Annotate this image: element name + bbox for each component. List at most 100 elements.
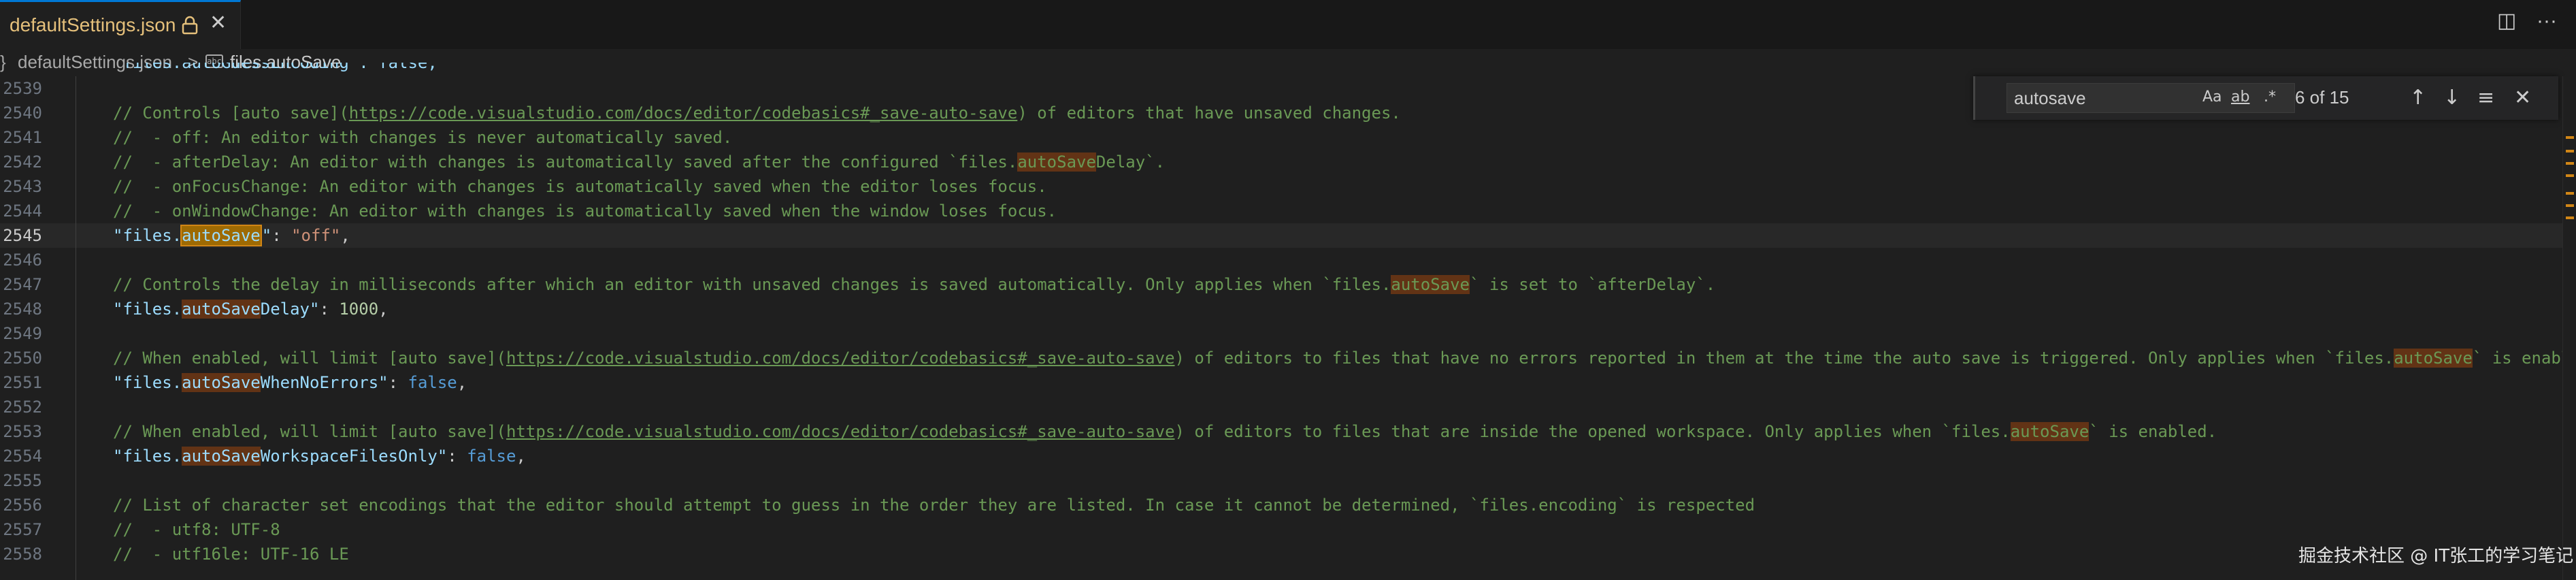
code-editor[interactable]: "files.autoGuessEncoding": false, 2539 25…	[0, 63, 2576, 580]
code-token: // - onFocusChange: An editor with chang…	[113, 177, 1047, 196]
code-token: Delay`.	[1095, 152, 1166, 172]
code-token: https://code.visualstudio.com/docs/edito…	[348, 103, 1018, 123]
lock-icon	[182, 16, 198, 35]
match-marker	[2566, 204, 2574, 207]
tab-label: defaultSettings.json	[10, 14, 176, 35]
match-marker	[2566, 216, 2574, 219]
next-match-icon[interactable]: ↓	[2443, 84, 2460, 112]
code-token: "off"	[291, 226, 341, 245]
line-code: // When enabled, will limit [auto save](…	[113, 419, 2217, 444]
code-line[interactable]: 2550 // When enabled, will limit [auto sa…	[0, 346, 2576, 370]
tab-bar: defaultSettings.json ✕ ◫ ···	[0, 0, 2576, 50]
line-code: // - onWindowChange: An editor with chan…	[113, 199, 1057, 223]
search-match: autoSave	[2394, 349, 2473, 368]
match-case-icon[interactable]: Aa	[2202, 87, 2222, 108]
search-match: autoSave	[1391, 275, 1470, 294]
line-code: "files.autoSaveDelay": 1000,	[113, 297, 389, 321]
code-line[interactable]: 2543 // - onFocusChange: An editor with c…	[0, 174, 2576, 199]
search-match: autoSave	[182, 373, 261, 392]
code-token: ` is enabled.	[2472, 349, 2576, 368]
code-token: false	[408, 373, 457, 392]
line-number: 2539	[3, 79, 42, 98]
close-find-icon[interactable]: ✕	[2514, 84, 2531, 112]
code-token: ` is enabled.	[2089, 422, 2217, 441]
line-code: "files.autoSaveWhenNoErrors": false,	[113, 370, 467, 395]
split-editor-icon[interactable]: ◫	[2497, 11, 2516, 31]
code-token: Delay"	[260, 300, 320, 319]
more-actions-icon[interactable]: ···	[2537, 11, 2557, 31]
regex-icon[interactable]: .*	[2264, 87, 2276, 108]
line-code: // - utf8: UTF-8	[113, 517, 280, 542]
code-token: ,	[457, 373, 467, 392]
code-line[interactable]: 2544 // - onWindowChange: An editor with …	[0, 199, 2576, 223]
code-line[interactable]: 2547 // Controls the delay in millisecond…	[0, 272, 2576, 297]
line-code: // Controls the delay in milliseconds af…	[113, 272, 1715, 297]
find-in-selection-icon[interactable]: ≡	[2477, 84, 2494, 112]
code-line[interactable]: 2556 // List of character set encodings t…	[0, 493, 2576, 517]
code-line[interactable]: 2554 "files.autoSaveWorkspaceFilesOnly": …	[0, 444, 2576, 468]
search-match: autoSave	[182, 447, 261, 466]
code-token: WhenNoErrors"	[260, 373, 389, 392]
code-token: // List of character set encodings that …	[113, 496, 1755, 515]
line-number: 2550	[3, 349, 42, 368]
code-token: "files.	[113, 226, 182, 245]
search-match: autoSave	[182, 300, 261, 319]
match-count: 6 of 15	[2295, 87, 2349, 108]
find-input[interactable]	[2007, 83, 2295, 113]
line-number: 2548	[3, 300, 42, 319]
code-token: // When enabled, will limit [auto save](	[113, 349, 506, 368]
code-token: ,	[378, 300, 389, 319]
code-token: ) of editors that have unsaved changes.	[1017, 103, 1401, 123]
line-number: 2558	[3, 545, 42, 564]
code-line[interactable]: 2555	[0, 468, 2576, 493]
match-marker	[2566, 136, 2574, 139]
line-number: 2555	[3, 471, 42, 490]
code-line[interactable]: 2552	[0, 395, 2576, 419]
line-number: 2556	[3, 496, 42, 515]
code-token: "	[261, 226, 272, 245]
code-line[interactable]: 2553 // When enabled, will limit [auto sa…	[0, 419, 2576, 444]
code-token: ,	[340, 226, 350, 245]
line-number: 2542	[3, 152, 42, 172]
line-number: 2541	[3, 128, 42, 147]
code-token: WorkspaceFilesOnly"	[260, 447, 448, 466]
code-token: // - afterDelay: An editor with changes …	[113, 152, 1018, 172]
overview-ruler[interactable]	[2562, 76, 2576, 580]
line-number: 2543	[3, 177, 42, 196]
close-tab-icon[interactable]: ✕	[210, 13, 227, 33]
line-code: "files.autoSave": "off",	[113, 223, 350, 248]
code-token: ` is set to `afterDelay`.	[1470, 275, 1716, 294]
editor-tab[interactable]: defaultSettings.json ✕	[0, 0, 241, 49]
code-line[interactable]: 2549	[0, 321, 2576, 346]
match-marker	[2566, 192, 2574, 195]
watermark: 掘金技术社区 @ IT张工的学习笔记	[2298, 546, 2574, 566]
line-number: 2545	[3, 226, 42, 245]
match-marker	[2566, 174, 2574, 177]
line-number: 2540	[3, 103, 42, 123]
code-token: // - off: An editor with changes is neve…	[113, 128, 733, 147]
code-line[interactable]: 2541 // - off: An editor with changes is …	[0, 125, 2576, 150]
code-line[interactable]: 2557 // - utf8: UTF-8	[0, 517, 2576, 542]
code-token: // - onWindowChange: An editor with chan…	[113, 202, 1057, 221]
code-line[interactable]: 2551 "files.autoSaveWhenNoErrors": false,	[0, 370, 2576, 395]
code-line[interactable]: 2548 "files.autoSaveDelay": 1000,	[0, 297, 2576, 321]
line-number: 2549	[3, 324, 42, 343]
code-token: 1000	[339, 300, 379, 319]
code-token: // When enabled, will limit [auto save](	[113, 422, 506, 441]
code-token: "files.	[113, 447, 182, 466]
line-number: 2552	[3, 398, 42, 417]
line-number: 2546	[3, 251, 42, 270]
code-token: // Controls the delay in milliseconds af…	[113, 275, 1391, 294]
previous-match-icon[interactable]: ↑	[2409, 84, 2426, 112]
code-line[interactable]: 2558 // - utf16le: UTF-16 LE	[0, 542, 2576, 566]
code-token: // Controls [auto save](	[113, 103, 349, 123]
code-token: ,	[516, 447, 526, 466]
code-line[interactable]: 2542 // - afterDelay: An editor with chan…	[0, 150, 2576, 174]
whole-word-icon[interactable]: ab	[2231, 87, 2249, 108]
partial-line-text: "files.autoGuessEncoding": false,	[113, 63, 437, 72]
code-line[interactable]: 2545 "files.autoSave": "off",	[0, 223, 2576, 248]
code-token: :	[319, 300, 340, 319]
code-line[interactable]: 2546	[0, 248, 2576, 272]
find-widget: Aa ab .* 6 of 15 ↑ ↓ ≡ ✕	[1973, 76, 2558, 120]
search-match: autoSave	[1017, 152, 1096, 172]
